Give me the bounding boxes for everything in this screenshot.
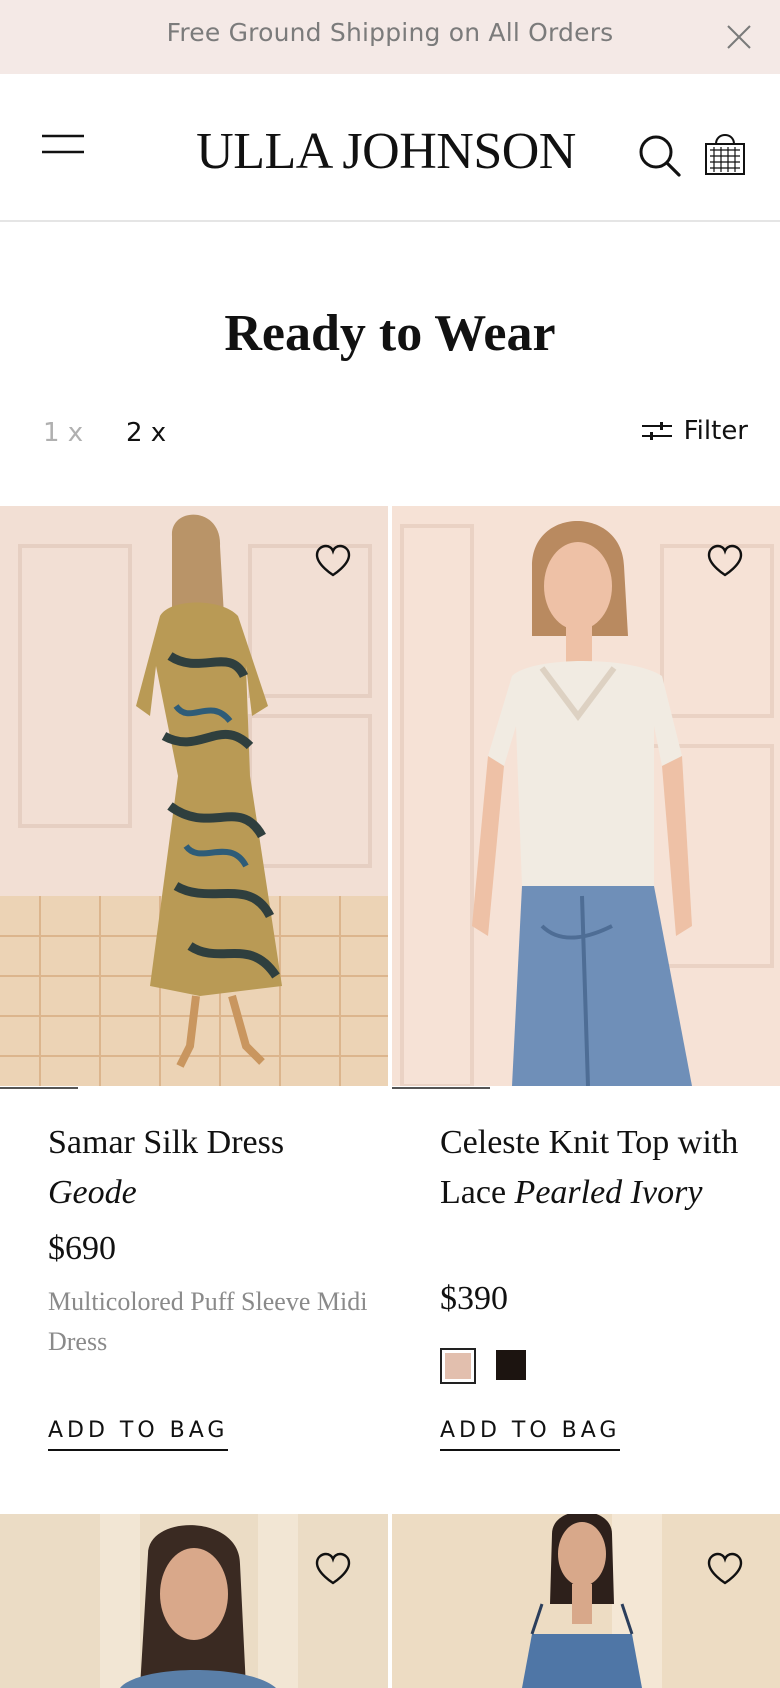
shopping-bag-icon[interactable] (704, 130, 746, 176)
product-image-4[interactable] (392, 1514, 780, 1688)
heart-icon[interactable] (706, 544, 744, 578)
heart-icon[interactable] (314, 544, 352, 578)
search-icon[interactable] (638, 134, 682, 178)
color-swatch-selected[interactable] (440, 1348, 476, 1384)
hamburger-icon[interactable] (42, 132, 84, 156)
product-color: Geode (48, 1174, 137, 1211)
carousel-indicator (0, 1087, 78, 1089)
product-description: Multicolored Puff Sleeve Midi Dress (48, 1287, 368, 1356)
product-image-3[interactable] (0, 1514, 388, 1688)
grid-view-1x[interactable]: 1 x (43, 418, 83, 448)
promo-text: Free Ground Shipping on All Orders (166, 18, 614, 47)
add-to-bag-button[interactable]: ADD TO BAG (48, 1418, 229, 1451)
product-price: $390 (440, 1280, 508, 1317)
sliders-icon (641, 422, 672, 440)
carousel-indicator (392, 1087, 490, 1089)
product-color: Pearled Ivory (514, 1174, 703, 1211)
add-to-bag-button[interactable]: ADD TO BAG (440, 1418, 621, 1451)
grid-view-2x[interactable]: 2 x (126, 418, 166, 448)
product-name[interactable]: Celeste Knit Top with Lace Pearled Ivory (440, 1118, 760, 1218)
product-name[interactable]: Samar Silk Dress Geode (48, 1118, 368, 1218)
heart-icon[interactable] (314, 1552, 352, 1586)
promo-banner: Free Ground Shipping on All Orders (0, 0, 780, 74)
heart-icon[interactable] (706, 1552, 744, 1586)
page-title: Ready to Wear (224, 305, 556, 362)
brand-logo[interactable]: ULLA JOHNSON (176, 122, 596, 181)
filter-label: Filter (683, 416, 748, 446)
filter-button[interactable]: Filter (641, 416, 748, 446)
site-header: ULLA JOHNSON (0, 74, 780, 222)
color-swatch[interactable] (496, 1350, 526, 1380)
product-title: Samar Silk Dress (48, 1124, 285, 1161)
product-price: $690 (48, 1230, 116, 1267)
close-icon[interactable] (724, 22, 754, 52)
swatch-fill (445, 1353, 471, 1379)
product-image-samar-silk-dress[interactable] (0, 506, 388, 1086)
product-image-celeste-knit-top[interactable] (392, 506, 780, 1086)
